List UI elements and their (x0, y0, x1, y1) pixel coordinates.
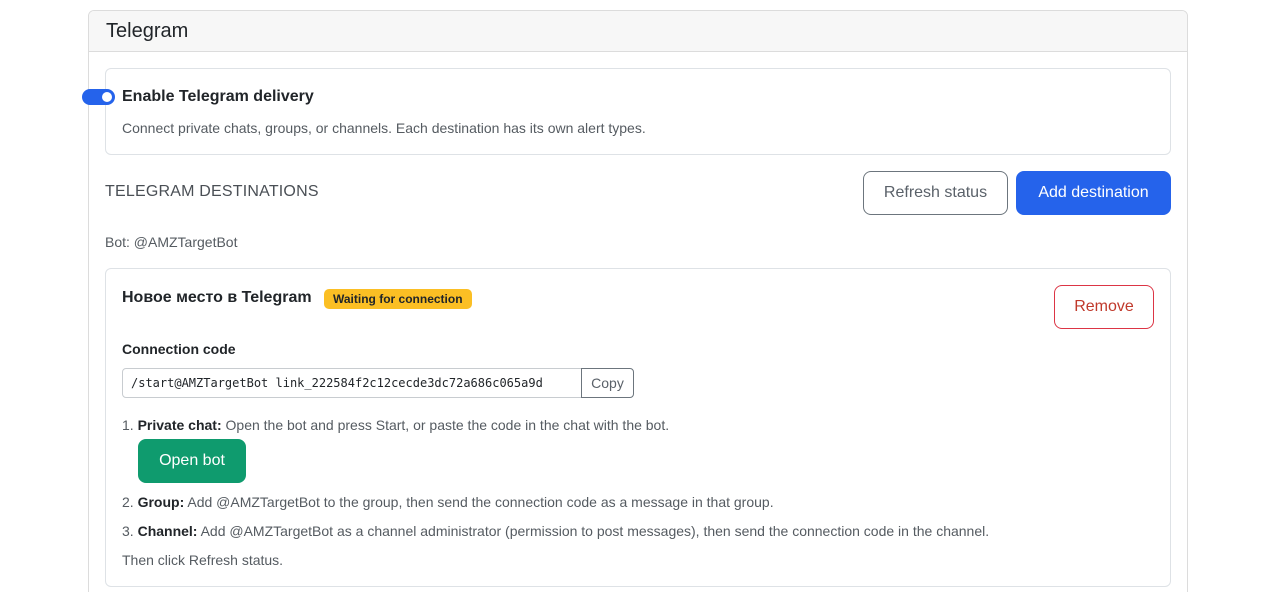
card-header: Telegram (89, 11, 1187, 52)
step-private-chat: 1. Private chat: Open the bot and press … (122, 417, 669, 433)
destinations-section-title: TELEGRAM DESTINATIONS (105, 183, 319, 200)
step3-title: Channel: (137, 523, 198, 539)
enable-delivery-label[interactable]: Enable Telegram delivery (122, 88, 314, 106)
step2-text: Add @AMZTargetBot to the group, then sen… (184, 494, 774, 510)
add-destination-button[interactable]: Add destination (1016, 171, 1171, 215)
enable-delivery-help: Connect private chats, groups, or channe… (122, 120, 646, 136)
step2-prefix: 2. (122, 494, 138, 510)
step2-title: Group: (137, 494, 185, 510)
enable-delivery-toggle[interactable] (82, 89, 115, 105)
enable-delivery-box (105, 68, 1171, 155)
then-refresh-text: Then click Refresh status. (122, 552, 284, 568)
step-group: 2. Group: Add @AMZTargetBot to the group… (122, 494, 774, 510)
step-channel: 3. Channel: Add @AMZTargetBot as a chann… (122, 523, 989, 539)
step1-text: Open the bot and press Start, or paste t… (221, 417, 670, 433)
connection-code-field[interactable]: /start@AMZTargetBot link_222584f2c12cecd… (122, 368, 582, 398)
bot-username: Bot: @AMZTargetBot (105, 234, 238, 250)
copy-code-button[interactable]: Copy (581, 368, 634, 398)
step3-prefix: 3. (122, 523, 138, 539)
step1-prefix: 1. (122, 417, 138, 433)
status-badge: Waiting for connection (324, 289, 472, 309)
refresh-status-button[interactable]: Refresh status (863, 171, 1008, 215)
card-title: Telegram (106, 19, 189, 42)
destination-name: Новое место в Telegram (122, 289, 312, 306)
step3-text: Add @AMZTargetBot as a channel administr… (197, 523, 990, 539)
toggle-knob (102, 92, 112, 102)
open-bot-button[interactable]: Open bot (138, 439, 246, 483)
connection-code-label: Connection code (122, 341, 236, 357)
remove-destination-button[interactable]: Remove (1054, 285, 1154, 329)
step1-title: Private chat: (137, 417, 222, 433)
